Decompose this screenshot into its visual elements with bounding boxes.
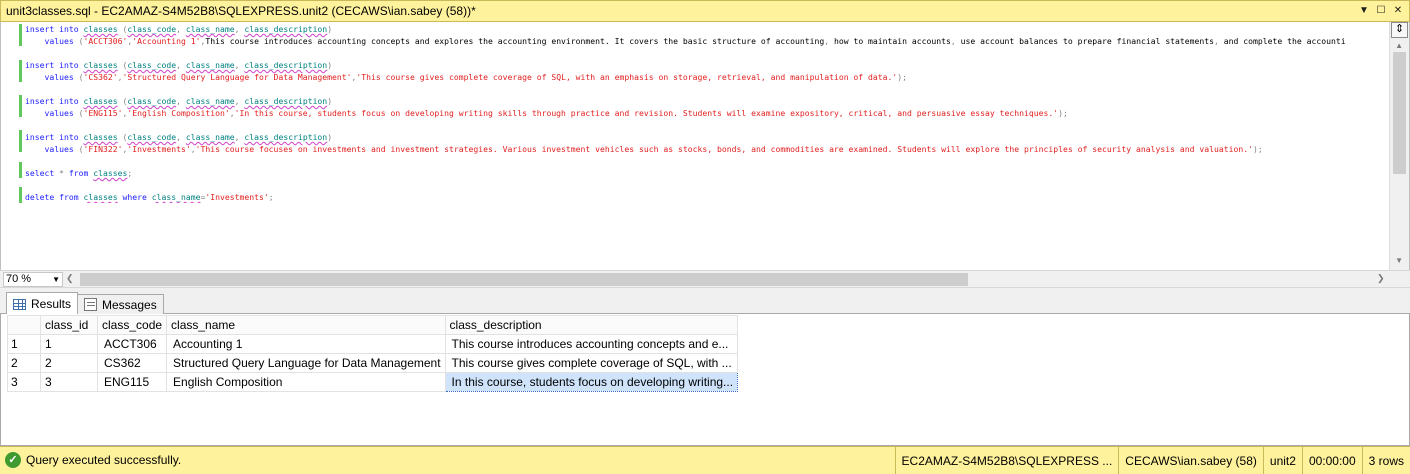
cell-class-code[interactable]: ACCT306 — [96, 334, 168, 354]
close-icon[interactable]: ✕ — [1391, 4, 1405, 18]
document-tab-titlebar[interactable]: unit3classes.sql - EC2AMAZ-S4M52B8\SQLEX… — [0, 0, 1410, 22]
column-header-class-description[interactable]: class_description — [444, 315, 739, 335]
column-header-class-id[interactable]: class_id — [40, 315, 98, 335]
status-elapsed: 00:00:00 — [1301, 447, 1362, 474]
column-header-rownum[interactable] — [7, 315, 41, 335]
cell-class-name[interactable]: English Composition — [166, 372, 446, 392]
cell-class-name[interactable]: Structured Query Language for Data Manag… — [166, 353, 446, 373]
grid-icon — [13, 298, 26, 310]
change-marker — [19, 187, 22, 203]
grid-header-row: class_id class_code class_name class_des… — [7, 315, 739, 335]
change-marker — [19, 95, 22, 117]
tab-messages-label: Messages — [102, 297, 157, 312]
tab-messages[interactable]: Messages — [77, 294, 164, 314]
code-line[interactable] — [25, 83, 1387, 95]
sql-code[interactable]: insert into classes (class_code, class_n… — [25, 23, 1387, 203]
code-line[interactable]: insert into classes (class_code, class_n… — [25, 95, 1387, 107]
maximize-icon[interactable]: ☐ — [1374, 4, 1388, 18]
status-rows: 3 rows — [1361, 447, 1410, 474]
cell-class-description[interactable]: This course introduces accounting concep… — [444, 334, 739, 354]
document-title: unit3classes.sql - EC2AMAZ-S4M52B8\SQLEX… — [6, 4, 476, 18]
cell-class-code[interactable]: ENG115 — [96, 372, 168, 392]
scroll-up-icon[interactable]: ▲ — [1395, 41, 1403, 50]
tab-results-label: Results — [31, 297, 72, 311]
cell-class-name[interactable]: Accounting 1 — [166, 334, 446, 354]
code-line[interactable]: values ('CS362','Structured Query Langua… — [25, 71, 1387, 83]
code-line[interactable]: values ('ENG115','English Composition','… — [25, 107, 1387, 119]
code-line[interactable] — [25, 119, 1387, 131]
scroll-down-icon[interactable]: ▼ — [1395, 256, 1403, 265]
code-line[interactable]: values ('FIN322','Investments','This cou… — [25, 143, 1387, 155]
zoom-select[interactable]: 70 % ▼ — [3, 272, 63, 287]
code-line[interactable]: select * from classes; — [25, 167, 1387, 179]
results-grid[interactable]: class_id class_code class_name class_des… — [7, 315, 739, 392]
change-marker — [19, 60, 22, 82]
code-line[interactable]: values ('ACCT306','Accounting 1',This co… — [25, 35, 1387, 47]
table-row[interactable]: 2 2 CS362 Structured Query Language for … — [7, 353, 739, 373]
status-user: CECAWS\ian.sabey (58) — [1118, 447, 1263, 474]
cell-class-id[interactable]: 2 — [40, 353, 98, 373]
tab-results[interactable]: Results — [6, 292, 79, 315]
messages-icon — [84, 298, 97, 311]
change-marker — [19, 130, 22, 152]
cell-class-description[interactable]: This course gives complete coverage of S… — [444, 353, 739, 373]
change-marker — [19, 162, 22, 178]
scroll-right-icon[interactable]: ❯ — [1377, 273, 1385, 284]
cell-class-id[interactable]: 1 — [40, 334, 98, 354]
code-line[interactable] — [25, 155, 1387, 167]
code-line[interactable]: insert into classes (class_code, class_n… — [25, 23, 1387, 35]
chevron-down-icon: ▼ — [52, 275, 60, 284]
zoom-value: 70 % — [6, 273, 32, 285]
success-check-icon: ✓ — [5, 452, 21, 468]
row-number[interactable]: 1 — [7, 334, 41, 354]
table-row[interactable]: 3 3 ENG115 English Composition In this c… — [7, 372, 739, 392]
vertical-scrollbar[interactable]: ⇕ ▲ ▼ — [1389, 22, 1409, 270]
status-database: unit2 — [1262, 447, 1302, 474]
editor-footer: 70 % ▼ ❮ ❯ — [0, 270, 1410, 288]
window-controls: ▼ ☐ ✕ — [1357, 4, 1405, 18]
dropdown-arrow-icon[interactable]: ▼ — [1357, 4, 1371, 18]
cell-class-description-selected[interactable]: In this course, students focus on develo… — [444, 372, 739, 392]
code-line[interactable]: insert into classes (class_code, class_n… — [25, 59, 1387, 71]
table-row[interactable]: 1 1 ACCT306 Accounting 1 This course int… — [7, 334, 739, 354]
row-number[interactable]: 3 — [7, 372, 41, 392]
results-tabs: Results Messages — [0, 288, 1410, 315]
column-header-class-name[interactable]: class_name — [166, 315, 446, 335]
cell-class-code[interactable]: CS362 — [96, 353, 168, 373]
change-marker — [19, 34, 22, 46]
status-message: Query executed successfully. — [26, 453, 182, 467]
query-editor[interactable]: insert into classes (class_code, class_n… — [0, 22, 1410, 270]
code-line[interactable]: delete from classes where class_name='In… — [25, 191, 1387, 203]
results-pane: class_id class_code class_name class_des… — [0, 314, 1410, 446]
code-line[interactable] — [25, 47, 1387, 59]
column-header-class-code[interactable]: class_code — [96, 315, 168, 335]
horizontal-scroll-thumb[interactable] — [80, 273, 968, 286]
scroll-left-icon[interactable]: ❮ — [66, 273, 74, 284]
split-view-icon[interactable]: ⇕ — [1391, 22, 1408, 38]
row-number[interactable]: 2 — [7, 353, 41, 373]
status-bar: ✓ Query executed successfully. EC2AMAZ-S… — [0, 446, 1410, 474]
code-line[interactable]: insert into classes (class_code, class_n… — [25, 131, 1387, 143]
cell-class-id[interactable]: 3 — [40, 372, 98, 392]
change-marker — [19, 24, 22, 34]
status-server: EC2AMAZ-S4M52B8\SQLEXPRESS ... — [894, 447, 1119, 474]
code-line[interactable] — [25, 179, 1387, 191]
vertical-scroll-thumb[interactable] — [1393, 52, 1406, 174]
